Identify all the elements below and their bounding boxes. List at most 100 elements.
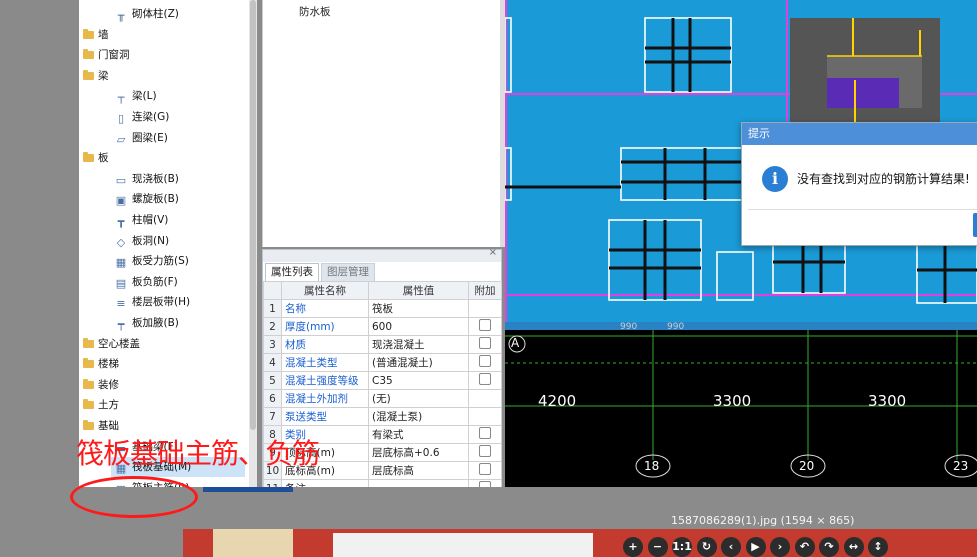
tree-item-label: 板 xyxy=(98,152,109,165)
table-row[interactable]: 5 混凝土强度等级 C35 xyxy=(263,371,502,390)
dialog-message: 没有查找到对应的钢筋计算结果! xyxy=(797,172,970,186)
extra-cell xyxy=(468,371,502,390)
tree-item-label: 楼层板带(H) xyxy=(132,296,191,309)
tree-folder[interactable]: 门窗洞 xyxy=(83,45,130,65)
property-name: 厚度(mm) xyxy=(281,317,369,336)
property-name: 混凝土类型 xyxy=(281,353,369,372)
property-value[interactable]: 600 xyxy=(368,317,469,336)
extra-cell xyxy=(468,317,502,336)
refresh-icon[interactable]: ↻ xyxy=(696,537,717,557)
tree-item[interactable]: ╥ 砌体柱(Z) xyxy=(115,4,179,24)
close-icon[interactable]: × xyxy=(489,247,497,258)
tree-item[interactable]: ≡ 楼层板带(H) xyxy=(115,292,190,312)
dimension-text: 3300 xyxy=(713,392,752,410)
attach-checkbox[interactable] xyxy=(479,373,491,385)
tree-item-label: 楼梯 xyxy=(98,358,119,371)
extra-cell xyxy=(468,407,502,426)
folder-icon xyxy=(83,69,94,80)
tree-item-label: 墙 xyxy=(98,28,109,41)
property-value[interactable]: (无) xyxy=(368,389,469,408)
table-row[interactable]: 7 泵送类型 (混凝土泵) xyxy=(263,407,502,426)
play-icon[interactable]: ▶ xyxy=(745,537,766,557)
tab-layer-manager[interactable]: 图层管理 xyxy=(321,263,375,281)
component-list-item[interactable]: 防水板 xyxy=(299,4,331,19)
flip-vertical-icon[interactable]: ↕ xyxy=(868,537,888,557)
zoom-out-icon[interactable]: − xyxy=(647,537,668,557)
tree-item[interactable]: ┯ 板加腋(B) xyxy=(115,313,179,333)
prev-icon[interactable]: ‹ xyxy=(721,537,741,557)
tree-item-label: 现浇板(B) xyxy=(132,172,179,185)
negative-rebar-icon: ▤ xyxy=(115,276,127,290)
tree-folder[interactable]: 板 xyxy=(83,148,109,168)
row-index: 5 xyxy=(263,371,282,390)
zoom-in-icon[interactable]: + xyxy=(623,537,643,557)
tree-folder[interactable]: 空心楼盖 xyxy=(83,334,140,354)
tree-item-label: 板加腋(B) xyxy=(132,317,179,329)
tree-item-label: 装修 xyxy=(98,378,119,391)
tree-item[interactable]: ┳ 柱帽(V) xyxy=(115,210,169,230)
row-index: 6 xyxy=(263,389,282,408)
tab-property-list[interactable]: 属性列表 xyxy=(265,263,319,281)
property-value[interactable]: 层底标高 xyxy=(368,461,469,480)
rotate-right-icon[interactable]: ↷ xyxy=(819,537,839,557)
tree-item[interactable]: ▭ 现浇板(B) xyxy=(115,169,179,189)
tree-folder[interactable]: 墙 xyxy=(83,25,109,45)
annotation-ellipse xyxy=(70,476,198,518)
rotate-left-icon[interactable]: ↶ xyxy=(794,537,815,557)
property-value[interactable]: 筏板 xyxy=(368,299,469,318)
attach-checkbox[interactable] xyxy=(479,445,491,457)
property-value[interactable]: (普通混凝土) xyxy=(368,353,469,372)
extra-cell xyxy=(468,461,502,480)
property-value[interactable]: 现浇混凝土 xyxy=(368,335,469,354)
property-value[interactable]: 有梁式 xyxy=(368,425,469,444)
haunch-icon: ┯ xyxy=(117,318,125,331)
column-icon: ╥ xyxy=(117,9,125,22)
tree-folder[interactable]: 梁 xyxy=(83,66,109,86)
attach-checkbox[interactable] xyxy=(479,319,491,331)
extra-cell xyxy=(468,443,502,462)
table-row[interactable]: 1 名称 筏板 xyxy=(263,299,502,318)
row-index: 2 xyxy=(263,317,282,336)
tree-item-label: 板负筋(F) xyxy=(132,275,178,288)
attach-checkbox[interactable] xyxy=(479,463,491,475)
component-list-panel: 防水板 xyxy=(262,0,501,247)
table-row[interactable]: 2 厚度(mm) 600 xyxy=(263,317,502,336)
extra-cell xyxy=(468,389,502,408)
tree-folder[interactable]: 楼梯 xyxy=(83,354,119,374)
confirm-button[interactable] xyxy=(973,213,977,237)
tree-item[interactable]: ◇ 板洞(N) xyxy=(115,231,169,251)
ring-beam-icon: ▱ xyxy=(116,132,126,146)
table-row[interactable]: 4 混凝土类型 (普通混凝土) xyxy=(263,353,502,372)
tree-item[interactable]: ▯ 连梁(G) xyxy=(115,107,169,127)
table-row[interactable]: 6 混凝土外加剂 (无) xyxy=(263,389,502,408)
property-value[interactable]: (混凝土泵) xyxy=(368,407,469,426)
row-index: 7 xyxy=(263,407,282,426)
preview-thumbnail xyxy=(213,529,293,557)
header-name: 属性名称 xyxy=(281,281,369,300)
flip-horizontal-icon[interactable]: ↔ xyxy=(843,537,864,557)
folder-icon xyxy=(83,420,94,430)
dialog-divider xyxy=(748,209,977,210)
tree-folder[interactable]: 土方 xyxy=(83,395,119,415)
next-icon[interactable]: › xyxy=(770,537,790,557)
annotation-text: 筏板基础主筋、负筋 xyxy=(76,437,320,470)
attach-checkbox[interactable] xyxy=(479,427,491,439)
attach-checkbox[interactable] xyxy=(479,355,491,367)
component-tree[interactable]: ╥ 砌体柱(Z) 墙门窗洞梁 ┬ 梁(L) ▯ 连梁(G) ▱ 圈梁(E) 板 ▭ 现浇板(B) ▣ 螺旋… xyxy=(79,0,249,487)
actual-size-icon[interactable]: 1:1 xyxy=(672,537,692,557)
row-index: 1 xyxy=(263,299,282,318)
folder-icon xyxy=(83,358,94,369)
header-extra: 附加 xyxy=(468,281,502,300)
table-row[interactable]: 3 材质 现浇混凝土 xyxy=(263,335,502,354)
tree-item[interactable]: ▣ 螺旋板(B) xyxy=(115,189,179,209)
property-value[interactable]: 层底标高+0.6 xyxy=(368,443,469,462)
tree-item[interactable]: ▱ 圈梁(E) xyxy=(115,128,168,148)
left-gutter xyxy=(0,0,79,487)
attach-checkbox[interactable] xyxy=(479,337,491,349)
tree-scrollbar-thumb[interactable] xyxy=(250,0,256,430)
property-value[interactable]: C35 xyxy=(368,371,469,390)
tree-folder[interactable]: 装修 xyxy=(83,375,119,395)
tree-item[interactable]: ┬ 梁(L) xyxy=(115,86,157,106)
tree-item[interactable]: ▦ 板受力筋(S) xyxy=(115,251,189,271)
tree-item[interactable]: ▤ 板负筋(F) xyxy=(115,272,178,292)
